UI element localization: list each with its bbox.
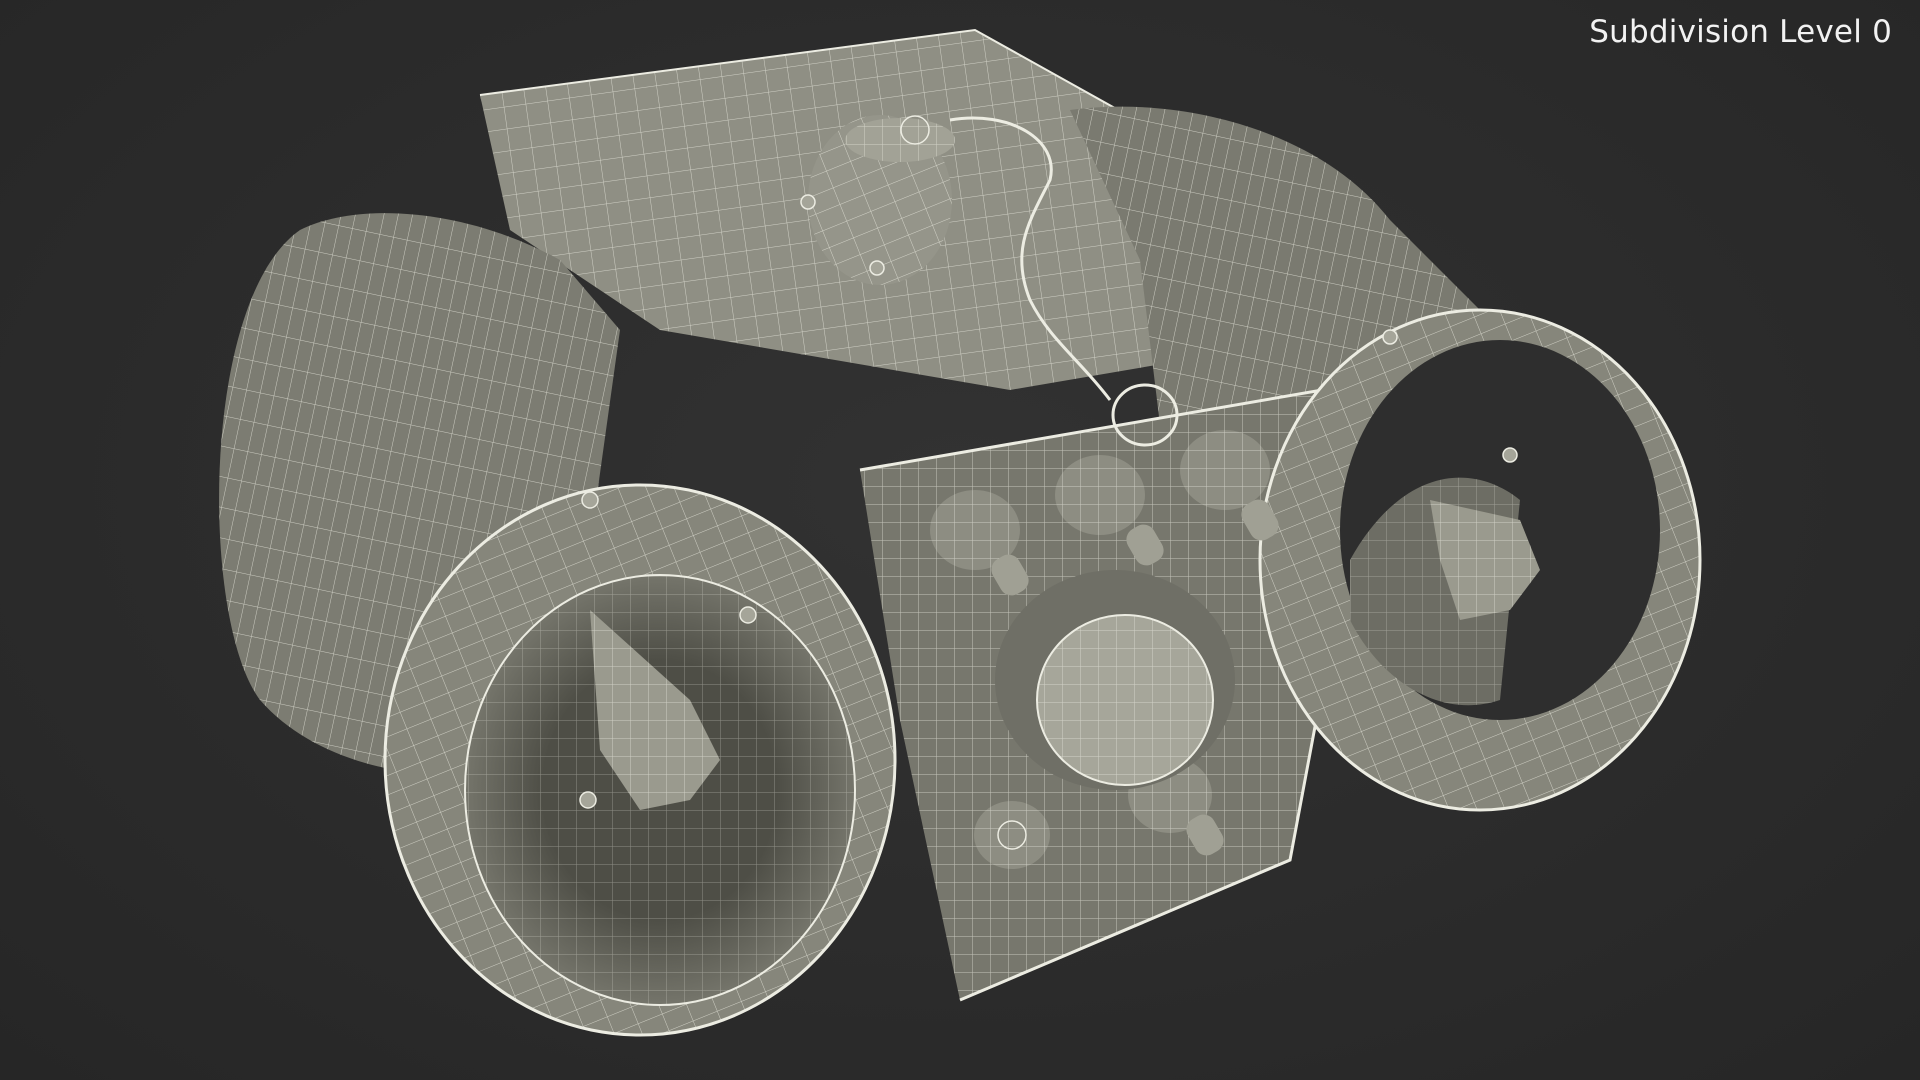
subdivision-level-label: Subdivision Level 0 [1589,14,1892,50]
dial-knob [995,570,1235,790]
wireframe-model [219,28,1702,1037]
render-viewport: Subdivision Level 0 [0,0,1920,1080]
indicator-lens [974,801,1050,869]
